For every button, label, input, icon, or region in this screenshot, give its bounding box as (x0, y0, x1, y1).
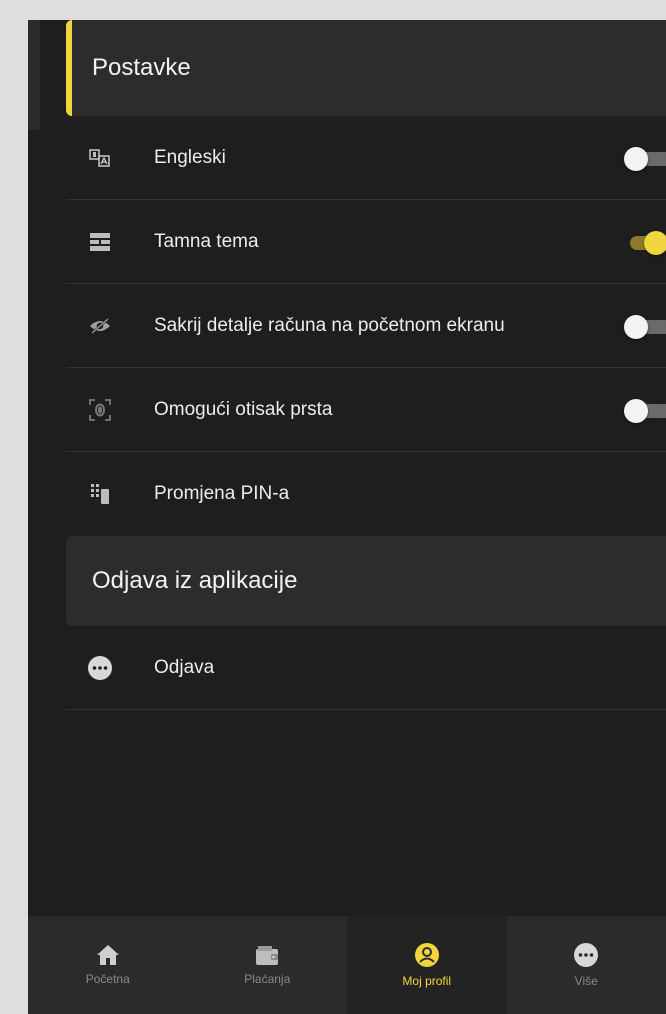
setting-row-fingerprint[interactable]: Omogući otisak prsta (66, 368, 666, 452)
phone-screen: Postavke Engleski Tamna tema Sakrij deta… (28, 20, 666, 1014)
setting-label: Omogući otisak prsta (154, 398, 333, 420)
setting-row-dark-theme[interactable]: Tamna tema (66, 200, 666, 284)
settings-header-title: Postavke (92, 54, 191, 81)
logout-header-title: Odjava iz aplikacije (92, 567, 298, 594)
translate-icon (80, 148, 120, 167)
hide-details-toggle[interactable] (624, 314, 666, 339)
more-circle-icon (80, 655, 120, 681)
setting-label: Sakrij detalje računa na početnom ekranu (154, 314, 505, 336)
pin-keypad-icon (80, 483, 120, 505)
nav-item-more[interactable]: Više (507, 916, 666, 1014)
logout-section-header: Odjava iz aplikacije (66, 536, 666, 626)
fingerprint-toggle[interactable] (624, 398, 666, 423)
settings-section-header: Postavke (66, 20, 666, 116)
nav-item-payments[interactable]: Plaćanja (188, 916, 348, 1014)
nav-item-home[interactable]: Početna (28, 916, 188, 1014)
setting-label: Engleski (154, 146, 226, 168)
setting-row-english[interactable]: Engleski (66, 116, 666, 200)
theme-icon (80, 232, 120, 252)
setting-label: Promjena PIN-a (154, 483, 290, 504)
setting-label: Tamna tema (154, 230, 259, 252)
english-toggle[interactable] (624, 146, 666, 171)
wallet-icon (256, 946, 279, 965)
scroll-edge (28, 20, 40, 130)
nav-label: Plaćanja (244, 972, 291, 986)
setting-row-hide-details[interactable]: Sakrij detalje računa na početnom ekranu (66, 284, 666, 368)
logout-label: Odjava (154, 656, 215, 678)
dark-theme-toggle[interactable] (624, 230, 666, 255)
profile-icon (414, 943, 439, 967)
nav-label: Moj profil (402, 974, 452, 988)
logout-row[interactable]: Odjava (66, 626, 666, 710)
nav-label: Početna (85, 972, 130, 986)
eye-off-icon (80, 317, 120, 334)
setting-row-change-pin[interactable]: Promjena PIN-a (66, 452, 666, 536)
more-circle-icon (574, 943, 599, 967)
bottom-nav: Početna Plaćanja Moj profil Više (28, 916, 666, 1014)
section-accent-bar (66, 20, 72, 116)
home-icon (96, 945, 119, 965)
fingerprint-icon (80, 398, 120, 422)
nav-item-my-profile[interactable]: Moj profil (347, 916, 507, 1014)
nav-label: Više (574, 974, 598, 988)
